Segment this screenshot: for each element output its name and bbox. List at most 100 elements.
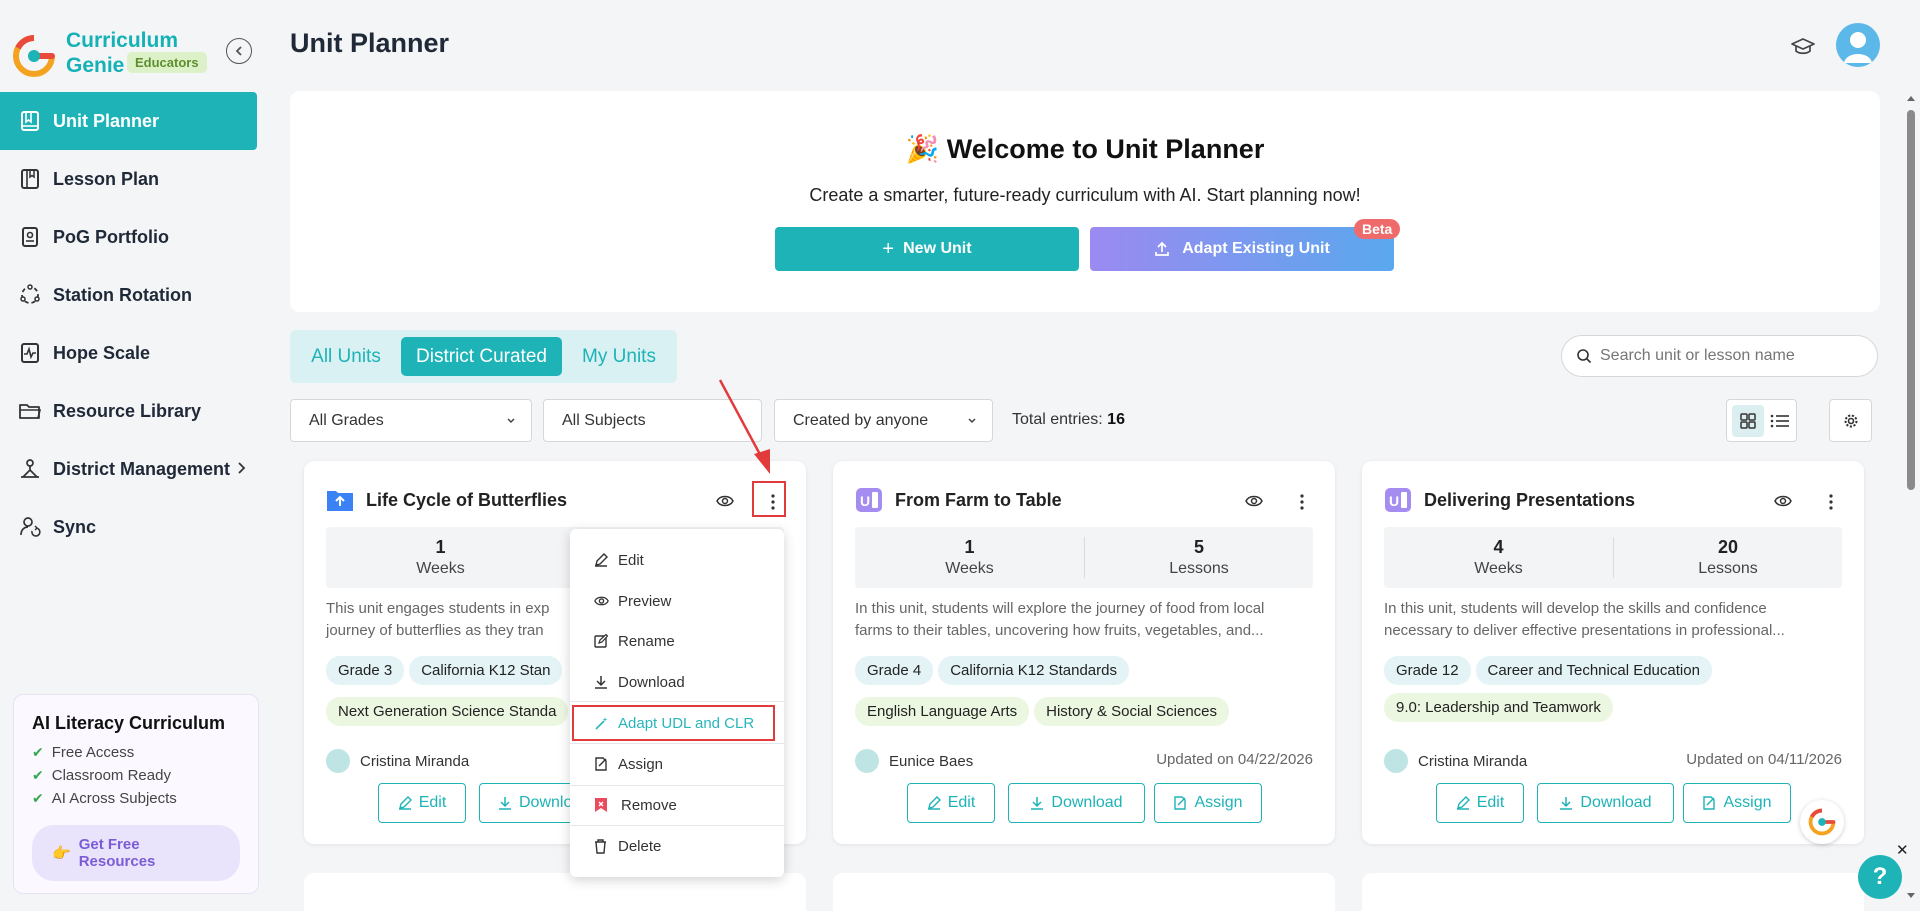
upload-icon [1155, 241, 1170, 256]
highlight-box-more-options [752, 481, 786, 517]
sidebar-item-lesson-plan[interactable]: Lesson Plan [0, 150, 258, 208]
search-box[interactable] [1561, 335, 1878, 377]
assign-icon [594, 756, 612, 772]
unit-tabs: All Units District Curated My Units [290, 330, 677, 383]
tab-my-units[interactable]: My Units [571, 337, 667, 376]
graduation-cap-icon[interactable] [1790, 36, 1816, 58]
list-view-button[interactable] [1766, 405, 1794, 437]
more-options-button[interactable] [1816, 487, 1846, 517]
card-title[interactable]: From Farm to Table [895, 490, 1062, 511]
search-input[interactable] [1600, 347, 1860, 365]
edit-button[interactable]: Edit [378, 783, 466, 823]
adapt-existing-unit-button[interactable]: Adapt Existing Unit [1090, 227, 1394, 271]
promo-item: ✔ Classroom Ready [32, 767, 171, 784]
page-title: Unit Planner [290, 28, 450, 58]
sidebar-item-sync[interactable]: Sync [0, 498, 258, 556]
card-stats: 4 Weeks 20 Lessons [1384, 527, 1842, 588]
sidebar-item-label: PoG Portfolio [53, 226, 169, 247]
promo-item: ✔ Free Access [32, 744, 135, 761]
card-actions: Edit Download Assign [833, 783, 1335, 823]
eye-icon [594, 595, 612, 607]
menu-item-edit[interactable]: Edit [570, 540, 784, 580]
eye-icon[interactable] [1245, 494, 1263, 508]
sidebar-item-unit-planner[interactable]: Unit Planner [0, 92, 257, 150]
bookmark-remove-icon [594, 797, 612, 813]
download-button[interactable]: Download [1008, 783, 1145, 823]
sidebar-item-resource-library[interactable]: Resource Library [0, 382, 258, 440]
more-options-button[interactable] [1287, 487, 1317, 517]
edit-button[interactable]: Edit [1436, 783, 1524, 823]
card-author: Cristina Miranda [326, 749, 469, 773]
edit-button[interactable]: Edit [907, 783, 995, 823]
menu-item-download[interactable]: Download [570, 662, 784, 702]
card-description: In this unit, students will develop the … [1384, 600, 1785, 639]
scroll-down-icon [1907, 893, 1915, 898]
lessons-stat: 5 Lessons [1084, 537, 1313, 578]
card-options-menu: Edit Preview Rename Download Adapt UDL a… [570, 529, 784, 877]
pulse-icon [17, 340, 43, 366]
menu-item-preview[interactable]: Preview [570, 581, 784, 621]
sidebar-item-hope-scale[interactable]: Hope Scale [0, 324, 258, 382]
welcome-card: 🎉 Welcome to Unit Planner Create a smart… [290, 91, 1880, 312]
download-button[interactable]: Download [1537, 783, 1674, 823]
help-button[interactable]: ? [1858, 855, 1902, 899]
sidebar-item-label: Unit Planner [53, 110, 160, 131]
list-icon [1770, 414, 1789, 428]
unit-card: U From Farm to Table 1 Weeks 5 Lessons I… [833, 461, 1335, 844]
grades-select[interactable]: All Grades [290, 399, 532, 442]
menu-item-rename[interactable]: Rename [570, 621, 784, 661]
tag: California K12 Standards [938, 656, 1129, 685]
sidebar-item-station-rotation[interactable]: Station Rotation [0, 266, 258, 324]
collapse-sidebar-button[interactable] [226, 38, 252, 64]
close-icon[interactable]: ✕ [1896, 841, 1909, 859]
tag: California K12 Stan [409, 656, 563, 685]
tab-all-units[interactable]: All Units [300, 337, 392, 376]
welcome-subtitle: Create a smarter, future-ready curriculu… [809, 185, 1361, 205]
author-avatar [326, 749, 350, 773]
author-avatar [1384, 749, 1408, 773]
user-avatar[interactable] [1836, 23, 1880, 67]
tag: 9.0: Leadership and Teamwork [1384, 693, 1613, 722]
card-author: Cristina Miranda [1384, 749, 1527, 773]
view-toggle [1726, 399, 1797, 442]
brand[interactable]: Curriculum Genie Educators [12, 28, 252, 78]
red-arrow-annotation [718, 379, 770, 474]
scrollbar-thumb[interactable] [1907, 110, 1915, 490]
promo-title: AI Literacy Curriculum [32, 713, 226, 733]
notebook-icon [17, 166, 43, 192]
menu-separator [570, 701, 784, 702]
highlight-box-adapt-udl [572, 705, 775, 741]
card-title[interactable]: Delivering Presentations [1424, 490, 1635, 511]
new-unit-button[interactable]: + New Unit [775, 227, 1079, 271]
genie-logo-icon [13, 35, 55, 77]
menu-item-remove[interactable]: Remove [570, 785, 784, 825]
pencil-icon [594, 553, 612, 567]
assign-button[interactable]: Assign [1154, 783, 1262, 823]
page-scrollbar[interactable] [1905, 92, 1915, 904]
menu-item-delete[interactable]: Delete [570, 826, 784, 866]
eye-icon[interactable] [1774, 494, 1792, 508]
grid-view-button[interactable] [1732, 405, 1764, 437]
get-free-resources-button[interactable]: 👉 Get Free Resources [32, 825, 240, 881]
creator-select[interactable]: Created by anyone [774, 399, 993, 442]
svg-text:U: U [1389, 493, 1399, 509]
menu-item-assign[interactable]: Assign [570, 744, 784, 784]
settings-button[interactable] [1829, 399, 1872, 442]
vertical-dots-icon [1300, 494, 1304, 510]
unit-card-partial [833, 873, 1335, 911]
unit-card-partial [304, 873, 806, 911]
assign-button[interactable]: Assign [1683, 783, 1791, 823]
sidebar-item-pog-portfolio[interactable]: PoG Portfolio [0, 208, 258, 266]
sidebar-item-label: Resource Library [53, 400, 202, 421]
sidebar-item-district-management[interactable]: District Management [0, 440, 258, 498]
card-title[interactable]: Life Cycle of Butterflies [366, 490, 567, 511]
genie-logo-icon [1808, 808, 1836, 836]
download-icon [498, 796, 512, 810]
eye-icon[interactable] [716, 494, 734, 508]
tag: Next Generation Science Standa [326, 697, 569, 726]
rotation-icon [17, 282, 43, 308]
tab-district-curated[interactable]: District Curated [401, 337, 562, 376]
genie-assistant-button[interactable] [1800, 800, 1844, 844]
search-icon [1577, 349, 1592, 364]
unit-badge-icon: U [856, 488, 882, 512]
